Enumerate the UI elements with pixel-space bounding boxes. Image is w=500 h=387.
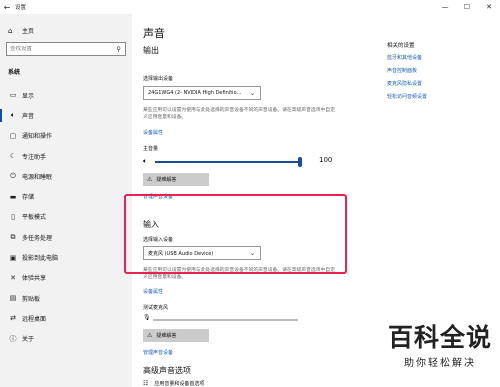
- search-box[interactable]: ⚲: [6, 42, 126, 56]
- volume-slider[interactable]: [155, 157, 302, 167]
- close-icon[interactable]: ✕: [478, 0, 500, 14]
- notification-icon: ▢: [9, 131, 17, 140]
- mixer-icon: ☷: [143, 380, 149, 387]
- chevron-down-icon: ⌄: [249, 249, 255, 257]
- sidebar-item-remote-desktop[interactable]: ⇄ 远程桌面: [0, 308, 132, 328]
- window-title: 设置: [15, 5, 27, 11]
- microphone-icon: 🎙︎: [143, 314, 151, 321]
- microphone-level-bar: [153, 319, 298, 321]
- output-device-properties-link[interactable]: 设备属性: [143, 129, 163, 136]
- volume-control: 🔈︎ 100: [143, 156, 333, 167]
- sidebar-item-power[interactable]: ⏻ 电源和睡眠: [0, 166, 132, 186]
- sidebar-item-label: 投影到此电脑: [22, 255, 59, 263]
- sidebar-item-notifications[interactable]: ▢ 通知和操作: [0, 126, 132, 146]
- input-select-label: 选择输入设备: [143, 237, 174, 243]
- troubleshoot-label: 疑难解答: [156, 333, 177, 339]
- window-controls: — ☐ ✕: [434, 0, 500, 14]
- input-heading: 输入: [143, 220, 159, 229]
- related-link-ease-of-access-audio[interactable]: 轻松访问音频设置: [387, 93, 487, 106]
- input-device-value: 麦克风 (USB Audio Device): [148, 250, 214, 257]
- tablet-icon: ▯: [11, 212, 15, 221]
- power-icon: ⏻: [10, 171, 16, 180]
- app-volume-preferences[interactable]: ☷ 应用音量和设备首选项: [143, 380, 204, 387]
- sidebar-item-label: 通知和操作: [22, 133, 53, 141]
- sidebar-item-label: 存储: [22, 194, 35, 202]
- related-link-microphone-privacy[interactable]: 麦克风隐私设置: [387, 80, 487, 93]
- output-description: 某些应用可以设置为使用与此处选择的声音设备不同的声音设备。请在高级声音选项中自定…: [143, 108, 335, 120]
- related-settings: 相关的设置 蓝牙和其他设备 声音控制面板 麦克风隐私设置 轻松访问音频设置: [387, 41, 487, 106]
- home-icon: ⌂: [8, 26, 13, 35]
- input-device-properties-link[interactable]: 设备属性: [143, 288, 163, 295]
- sidebar-item-label: 显示: [22, 92, 35, 100]
- related-link-sound-control-panel[interactable]: 声音控制面板: [387, 67, 487, 80]
- sidebar-item-label: 剪贴板: [22, 295, 41, 303]
- volume-value: 100: [319, 156, 333, 164]
- sidebar-nav: ▭ 显示 🔈︎ 声音 ▢ 通知和操作 ☾ 专注助手 ⏻ 电源和睡眠 ▬ 存储 ▯…: [0, 85, 132, 349]
- input-device-dropdown[interactable]: 麦克风 (USB Audio Device) ⌄: [143, 246, 261, 260]
- volume-label: 主音量: [143, 146, 159, 152]
- maximize-icon[interactable]: ☐: [456, 0, 478, 14]
- input-manage-devices-link[interactable]: 管理声音设备: [143, 349, 173, 356]
- sidebar-item-sound[interactable]: 🔈︎ 声音: [0, 105, 132, 125]
- warning-icon: ⚠: [147, 176, 153, 183]
- search-input[interactable]: [10, 46, 110, 52]
- output-select-label: 选择输出设备: [143, 76, 174, 82]
- sidebar-section-title: 系统: [8, 69, 21, 76]
- title-bar: ← 设置 — ☐ ✕: [0, 0, 500, 14]
- focus-assist-icon: ☾: [9, 152, 17, 161]
- related-settings-title: 相关的设置: [387, 43, 415, 49]
- sidebar-item-project[interactable]: ▣ 投影到此电脑: [0, 247, 132, 267]
- remote-desktop-icon: ⇄: [10, 314, 16, 323]
- sidebar-home[interactable]: ⌂ 主页: [8, 26, 35, 36]
- page-title: 声音: [143, 27, 165, 40]
- output-troubleshoot-button[interactable]: ⚠ 疑难解答: [143, 173, 209, 186]
- sidebar-item-display[interactable]: ▭ 显示: [0, 85, 132, 105]
- sidebar-item-multitasking[interactable]: ⧉ 多任务处理: [0, 227, 132, 247]
- info-icon: ⓘ: [9, 334, 17, 343]
- sidebar-item-label: 专注助手: [22, 153, 47, 161]
- clipboard-icon: ▤: [9, 294, 17, 303]
- sidebar-item-focus-assist[interactable]: ☾ 专注助手: [0, 146, 132, 166]
- input-troubleshoot-button[interactable]: ⚠ 疑难解答: [143, 329, 209, 342]
- sidebar: ⌂ 主页 ⚲ 系统 ▭ 显示 🔈︎ 声音 ▢ 通知和操作 ☾ 专注助手 ⏻ 电源…: [0, 14, 132, 387]
- app-volume-preferences-label: 应用音量和设备首选项: [154, 381, 205, 387]
- advanced-heading: 高级声音选项: [143, 366, 191, 375]
- output-heading: 输出: [143, 46, 159, 55]
- sidebar-item-label: 体验共享: [22, 275, 47, 283]
- sidebar-item-storage[interactable]: ▬ 存储: [0, 186, 132, 206]
- project-icon: ▣: [9, 253, 17, 262]
- sidebar-home-label: 主页: [22, 28, 35, 35]
- shared-experiences-icon: ✕: [10, 273, 16, 282]
- speaker-icon: 🔈︎: [10, 110, 16, 119]
- storage-icon: ▬: [9, 192, 17, 201]
- troubleshoot-label: 疑难解答: [156, 177, 177, 183]
- volume-thumb[interactable]: [298, 157, 302, 167]
- sidebar-item-tablet[interactable]: ▯ 平板模式: [0, 207, 132, 227]
- test-microphone-label: 测试麦克风: [143, 305, 169, 311]
- multitasking-icon: ⧉: [10, 232, 16, 241]
- sidebar-item-shared-experiences[interactable]: ✕ 体验共享: [0, 268, 132, 288]
- input-description: 某些应用可以设置为使用与此处选择的声音设备不同的声音设备。请在高级声音选项中自定…: [143, 268, 335, 280]
- display-icon: ▭: [9, 91, 17, 100]
- volume-fill: [155, 161, 300, 163]
- output-device-dropdown[interactable]: 24G1WG4 (2- NVIDIA High Definitio... ⌄: [143, 86, 261, 100]
- related-link-bluetooth[interactable]: 蓝牙和其他设备: [387, 54, 487, 67]
- sidebar-item-about[interactable]: ⓘ 关于: [0, 329, 132, 349]
- output-device-value: 24G1WG4 (2- NVIDIA High Definitio...: [148, 90, 242, 96]
- sidebar-item-label: 电源和睡眠: [22, 173, 53, 181]
- sidebar-item-label: 关于: [22, 336, 35, 344]
- warning-icon: ⚠: [147, 332, 153, 339]
- sidebar-item-clipboard[interactable]: ▤ 剪贴板: [0, 288, 132, 308]
- speaker-icon[interactable]: 🔈︎: [143, 157, 147, 166]
- chevron-down-icon: ⌄: [249, 89, 255, 97]
- search-icon[interactable]: ⚲: [116, 45, 121, 53]
- minimize-icon[interactable]: —: [434, 0, 456, 14]
- output-manage-devices-link[interactable]: 管理声音设备: [143, 193, 173, 200]
- back-arrow-icon[interactable]: ←: [1, 3, 13, 12]
- sidebar-item-label: 多任务处理: [22, 234, 53, 242]
- sidebar-item-label: 声音: [22, 112, 35, 120]
- microphone-level: 🎙︎: [143, 314, 333, 324]
- sidebar-item-label: 平板模式: [22, 214, 47, 222]
- sidebar-item-label: 远程桌面: [22, 315, 47, 323]
